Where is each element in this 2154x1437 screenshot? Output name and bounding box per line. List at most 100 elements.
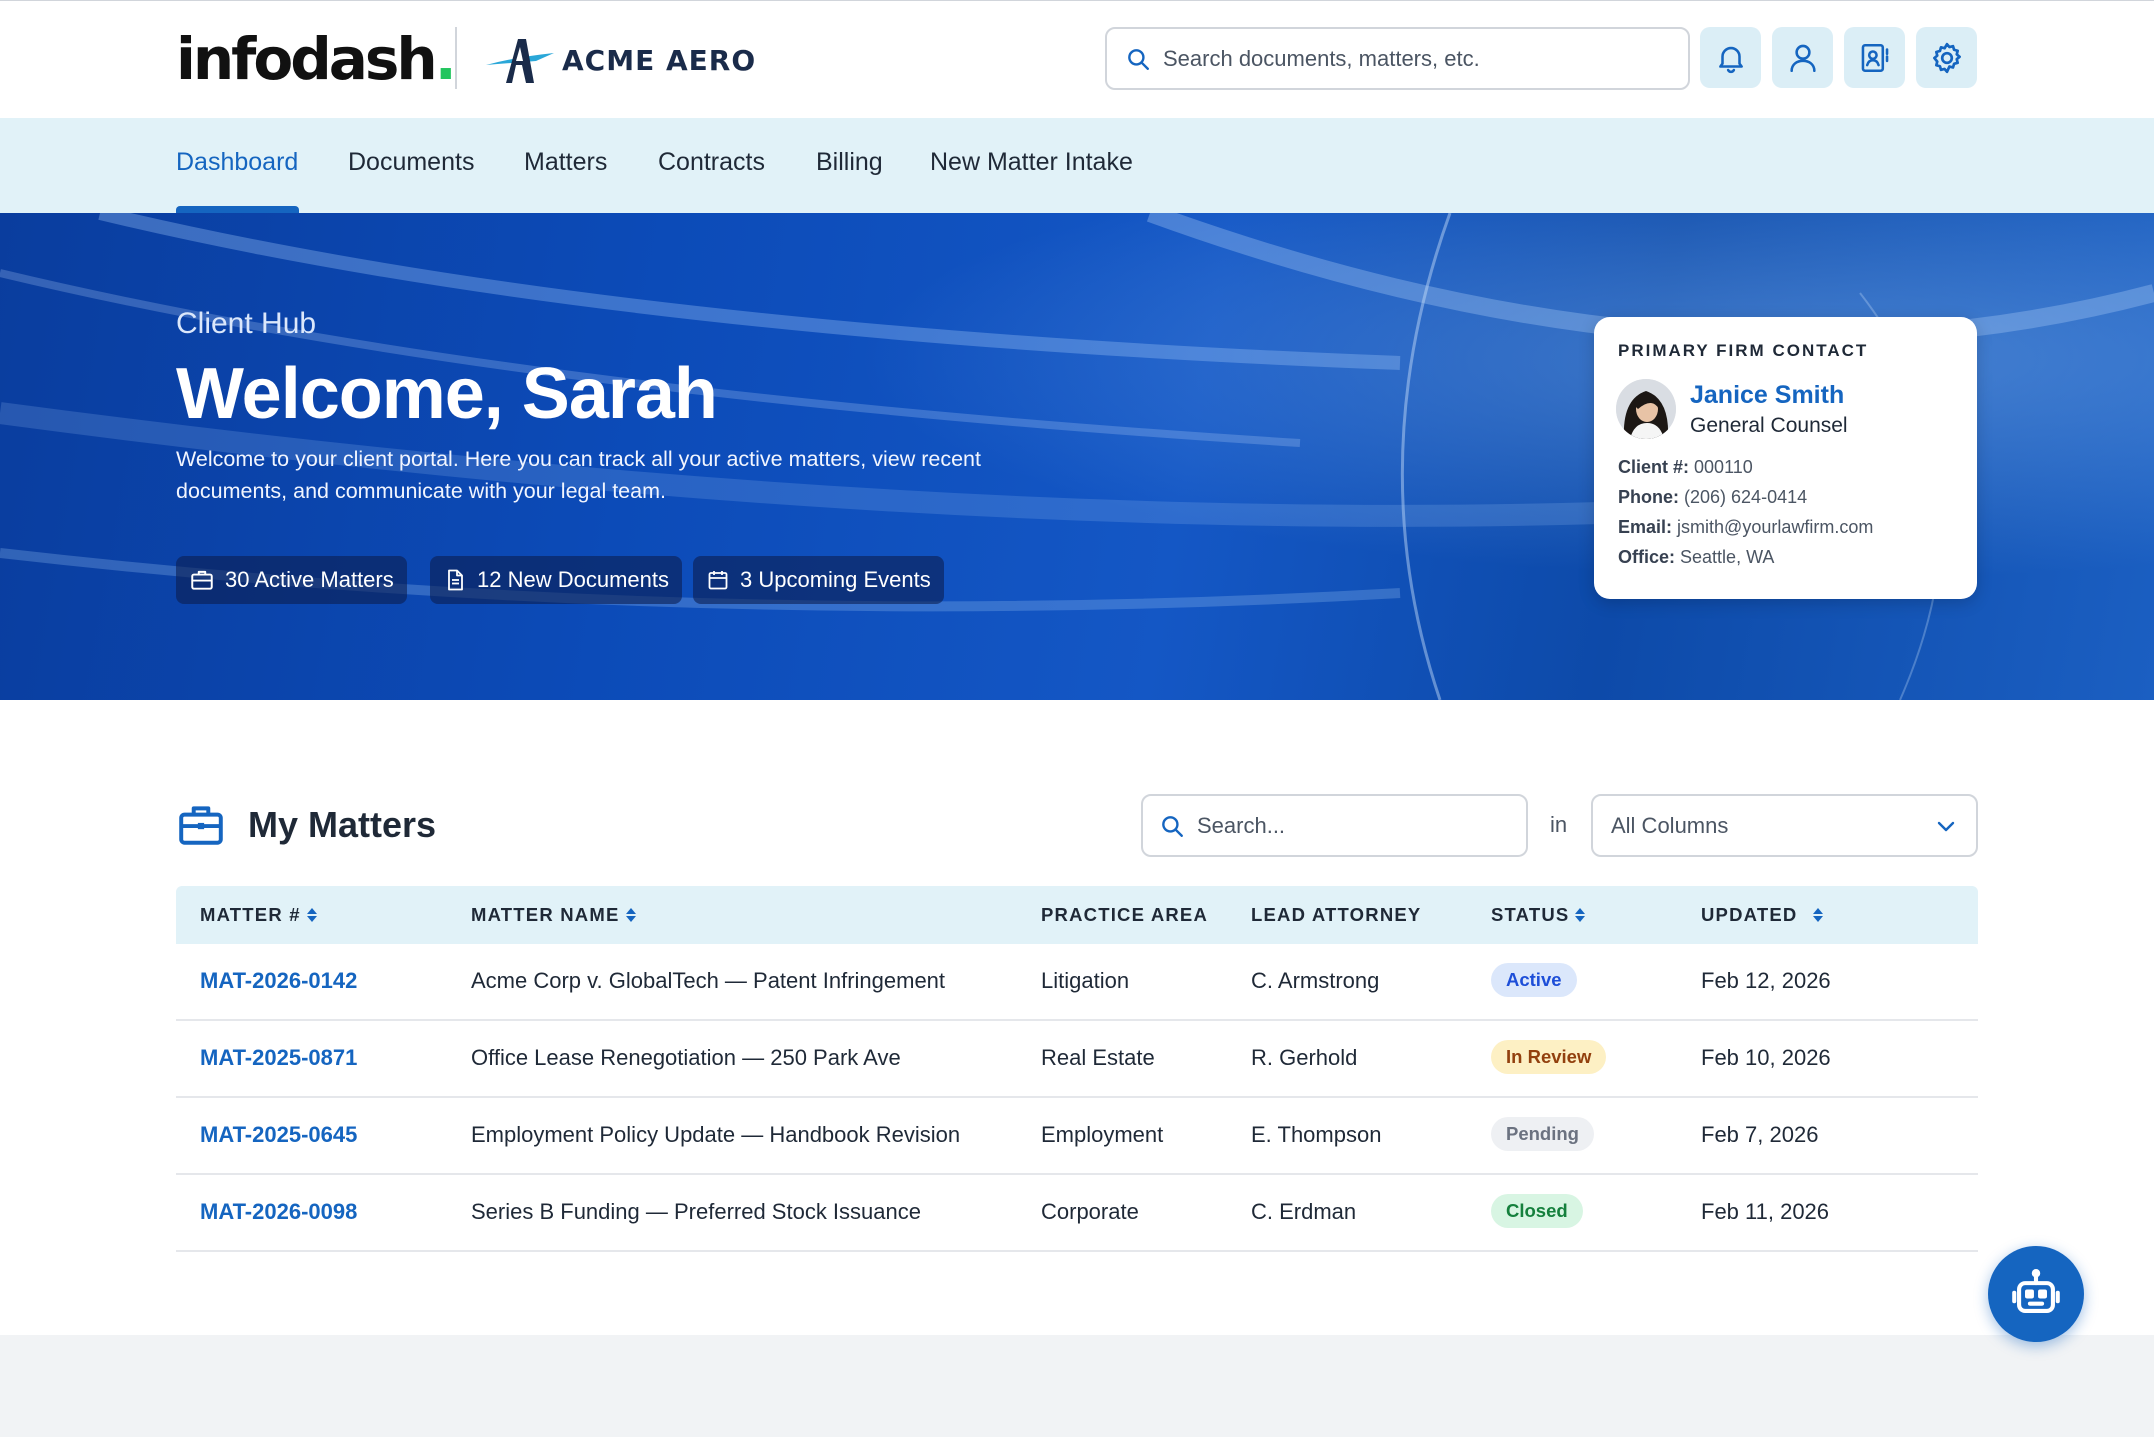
contact-office: Office: Seattle, WA xyxy=(1618,547,1774,568)
acme-aero-text: ACME AERO xyxy=(562,43,757,77)
nav-matters[interactable]: Matters xyxy=(524,148,607,177)
acme-aero-logo: ACME AERO xyxy=(476,35,756,85)
brand-dot: . xyxy=(434,25,457,93)
contact-book-icon xyxy=(1861,43,1888,72)
contact-card-label: PRIMARY FIRM CONTACT xyxy=(1618,341,1869,360)
search-icon xyxy=(1128,48,1149,70)
practice-area: Real Estate xyxy=(1041,1045,1155,1070)
new-documents-pill[interactable]: 12 New Documents xyxy=(430,556,682,604)
chevron-down-icon xyxy=(1937,821,1955,831)
infodash-logo[interactable]: infodash. xyxy=(176,29,457,89)
contact-phone: Phone: (206) 624-0414 xyxy=(1618,487,1807,508)
search-scope-label: in xyxy=(1550,812,1568,837)
sort-icon[interactable] xyxy=(1813,907,1824,923)
pill-label: 30 Active Matters xyxy=(225,567,394,592)
nav-contracts[interactable]: Contracts xyxy=(658,148,765,177)
column-filter-select[interactable]: All Columns xyxy=(1591,794,1978,857)
practice-area: Corporate xyxy=(1041,1199,1139,1224)
updated-date: Feb 12, 2026 xyxy=(1701,968,1831,993)
office-label: Office: xyxy=(1618,547,1676,567)
status-badge: Active xyxy=(1491,963,1577,997)
briefcase-icon xyxy=(191,570,213,590)
active-matters-pill[interactable]: 30 Active Matters xyxy=(176,556,407,604)
pill-label: 12 New Documents xyxy=(477,567,669,592)
practice-area: Litigation xyxy=(1041,968,1130,993)
column-matter-number[interactable]: MATTER # xyxy=(200,904,317,926)
email-value[interactable]: jsmith@yourlawfirm.com xyxy=(1677,517,1873,537)
sort-icon[interactable] xyxy=(306,907,317,923)
table-row[interactable]: MAT-2025-0645 Employment Policy Update —… xyxy=(176,1098,1978,1175)
welcome-description: Welcome to your client portal. Here you … xyxy=(176,447,981,503)
my-matters-heading: My Matters xyxy=(248,804,437,845)
column-matter-name[interactable]: MATTER NAME xyxy=(471,904,636,926)
contact-role: General Counsel xyxy=(1690,414,1848,437)
column-practice-area: PRACTICE AREA xyxy=(1041,904,1208,926)
robot-icon xyxy=(2012,1268,2060,1313)
column-status[interactable]: STATUS xyxy=(1491,904,1586,926)
phone-value[interactable]: (206) 624-0414 xyxy=(1684,487,1807,507)
lead-attorney: E. Thompson xyxy=(1251,1122,1382,1147)
matter-number-link[interactable]: MAT-2026-0142 xyxy=(200,968,357,994)
column-updated[interactable]: UPDATED xyxy=(1701,904,1824,926)
avatar xyxy=(1616,379,1676,439)
top-header: infodash. ACME AERO xyxy=(0,0,2154,118)
matter-name: Office Lease Renegotiation — 250 Park Av… xyxy=(471,1045,901,1070)
nav-new-matter-intake[interactable]: New Matter Intake xyxy=(930,148,1133,177)
chat-assistant-button[interactable] xyxy=(1988,1246,2084,1342)
sort-icon[interactable] xyxy=(625,907,636,923)
table-row[interactable]: MAT-2026-0098 Series B Funding — Preferr… xyxy=(176,1175,1978,1252)
lead-attorney: C. Erdman xyxy=(1251,1199,1357,1224)
hero-subtitle: Client Hub xyxy=(176,307,317,340)
nav-dashboard[interactable]: Dashboard xyxy=(176,148,298,177)
updated-date: Feb 7, 2026 xyxy=(1701,1122,1819,1147)
lead-attorney: R. Gerhold xyxy=(1251,1045,1358,1070)
status-badge: In Review xyxy=(1491,1040,1607,1074)
document-icon xyxy=(448,569,463,591)
bell-icon xyxy=(1718,46,1743,73)
status-badge: Pending xyxy=(1491,1117,1594,1151)
matter-name: Series B Funding — Preferred Stock Issua… xyxy=(471,1199,921,1224)
matter-number-link[interactable]: MAT-2025-0871 xyxy=(200,1045,357,1071)
matter-number-link[interactable]: MAT-2026-0098 xyxy=(200,1199,357,1225)
contacts-button[interactable] xyxy=(1844,27,1905,88)
nav-documents[interactable]: Documents xyxy=(348,148,474,177)
client-number-value: 000110 xyxy=(1694,457,1753,477)
table-row[interactable]: MAT-2026-0142 Acme Corp v. GlobalTech — … xyxy=(176,944,1978,1021)
brand-text: infodash xyxy=(176,25,438,93)
matter-name: Acme Corp v. GlobalTech — Patent Infring… xyxy=(471,968,946,993)
table-row[interactable]: MAT-2025-0871 Office Lease Renegotiation… xyxy=(176,1021,1978,1098)
profile-button[interactable] xyxy=(1772,27,1833,88)
acme-aero-mark-icon xyxy=(486,39,554,83)
global-search-input[interactable] xyxy=(1163,45,1683,72)
hero-banner: Client Hub Welcome, Sarah Welcome to you… xyxy=(0,213,2154,700)
matters-search[interactable] xyxy=(1141,794,1528,857)
settings-button[interactable] xyxy=(1916,27,1977,88)
column-label: LEAD ATTORNEY xyxy=(1251,904,1422,925)
contact-name[interactable]: Janice Smith xyxy=(1690,381,1844,410)
pill-label: 3 Upcoming Events xyxy=(740,567,931,592)
office-value: Seattle, WA xyxy=(1680,547,1775,567)
search-icon xyxy=(1162,815,1183,837)
contact-email: Email: jsmith@yourlawfirm.com xyxy=(1618,517,1873,538)
primary-contact-card: PRIMARY FIRM CONTACT Janice Smith Genera… xyxy=(1594,317,1977,599)
upcoming-events-pill[interactable]: 3 Upcoming Events xyxy=(693,556,944,604)
column-label: UPDATED xyxy=(1701,904,1798,925)
global-search[interactable] xyxy=(1105,27,1690,90)
matters-search-input[interactable] xyxy=(1197,812,1517,839)
gear-icon xyxy=(1932,42,1961,73)
matter-name: Employment Policy Update — Handbook Revi… xyxy=(471,1122,961,1147)
nav-billing[interactable]: Billing xyxy=(816,148,883,177)
sort-icon[interactable] xyxy=(1575,907,1586,923)
matter-number-link[interactable]: MAT-2025-0645 xyxy=(200,1122,357,1148)
column-label: PRACTICE AREA xyxy=(1041,904,1209,925)
column-label: MATTER # xyxy=(200,904,301,925)
practice-area: Employment xyxy=(1041,1122,1164,1147)
matters-table-header: MATTER # MATTER NAME PRACTICE AREA LEAD … xyxy=(176,886,1978,944)
column-lead-attorney: LEAD ATTORNEY xyxy=(1251,904,1421,926)
lead-attorney: C. Armstrong xyxy=(1251,968,1380,993)
client-number-label: Client #: xyxy=(1618,457,1690,477)
notifications-button[interactable] xyxy=(1700,27,1761,88)
updated-date: Feb 11, 2026 xyxy=(1701,1199,1830,1224)
welcome-heading: Welcome, Sarah xyxy=(176,354,718,434)
calendar-icon xyxy=(708,571,728,590)
